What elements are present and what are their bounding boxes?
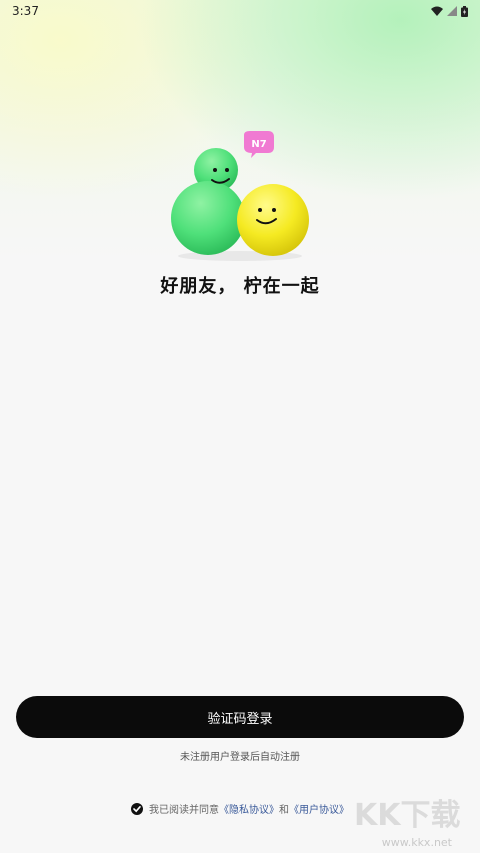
check-icon	[133, 805, 141, 812]
sms-login-button[interactable]: 验证码登录	[16, 696, 464, 738]
svg-text:KK下载: KK下载	[354, 798, 461, 833]
tagline: 好朋友， 柠在一起	[160, 276, 320, 297]
status-icons	[431, 5, 468, 17]
wifi-icon	[431, 6, 443, 16]
user-agreement-link[interactable]: 《用户协议》	[289, 801, 349, 816]
signal-icon	[447, 6, 457, 16]
watermark-logo: KK下载	[354, 798, 461, 833]
agreement-prefix: 我已阅读并同意	[149, 805, 219, 816]
status-bar: 3:37	[0, 0, 480, 22]
auto-register-note: 未注册用户登录后自动注册	[180, 752, 300, 763]
privacy-policy-link[interactable]: 《隐私协议》	[219, 801, 279, 816]
watermark-url: www.kkx.net	[381, 836, 452, 849]
agreement-checkbox[interactable]	[131, 802, 143, 815]
agreement-conjunction: 和	[279, 805, 289, 816]
status-time: 3:37	[12, 4, 39, 18]
mascot-illustration: N7	[171, 131, 309, 261]
badge-bubble: N7	[244, 131, 274, 158]
svg-text:N7: N7	[251, 139, 266, 150]
battery-icon	[461, 5, 468, 17]
